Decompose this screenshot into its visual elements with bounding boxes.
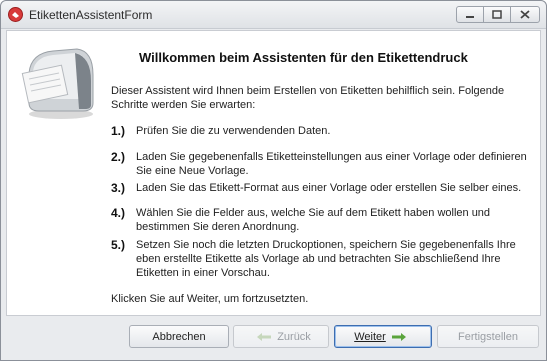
close-icon (520, 10, 530, 19)
wizard-content: Willkommen beim Assistenten für den Etik… (6, 30, 541, 316)
cancel-button[interactable]: Abbrechen (129, 325, 229, 348)
arrow-left-icon (256, 332, 272, 342)
step-text: Setzen Sie noch die letzten Druckoptione… (136, 239, 516, 279)
step-number: 1.) (111, 124, 126, 138)
step-text: Prüfen Sie die zu verwendenden Daten. (136, 125, 331, 137)
back-button[interactable]: Zurück (233, 325, 329, 348)
step-text: Laden Sie gegebenenfalls Etiketteinstell… (136, 151, 527, 177)
maximize-button[interactable] (483, 6, 511, 23)
minimize-button[interactable] (456, 6, 484, 23)
finish-button[interactable]: Fertigstellen (437, 325, 539, 348)
app-icon (8, 7, 23, 22)
arrow-right-icon (391, 332, 407, 342)
next-button-label: Weiter (354, 330, 386, 343)
maximize-icon (492, 10, 502, 19)
next-button[interactable]: Weiter (334, 325, 432, 348)
label-printer-icon (21, 48, 94, 119)
step-text: Laden Sie das Etikett-Format aus einer V… (136, 182, 522, 194)
wizard-heading: Willkommen beim Assistenten für den Etik… (139, 50, 468, 65)
continue-hint: Klicken Sie auf Weiter, um fortzusetzten… (111, 293, 309, 305)
minimize-icon (466, 15, 474, 18)
step-number: 5.) (111, 238, 126, 252)
step-number: 4.) (111, 206, 126, 220)
step-number: 2.) (111, 150, 126, 164)
title-bar[interactable]: EtikettenAssistentForm (1, 1, 546, 29)
cancel-button-label: Abbrechen (152, 330, 206, 343)
wizard-intro: Dieser Assistent wird Ihnen beim Erstell… (111, 85, 505, 111)
wizard-window: EtikettenAssistentForm Willkommen beim A… (0, 0, 547, 361)
button-bar: Abbrechen Zurück Weiter Fertigstellen (1, 317, 546, 361)
finish-button-label: Fertigstellen (458, 330, 518, 343)
window-title: EtikettenAssistentForm (29, 8, 153, 22)
step-text: Wählen Sie die Felder aus, welche Sie au… (136, 207, 491, 233)
step-number: 3.) (111, 181, 126, 195)
close-button[interactable] (510, 6, 540, 23)
back-button-label: Zurück (277, 330, 311, 343)
